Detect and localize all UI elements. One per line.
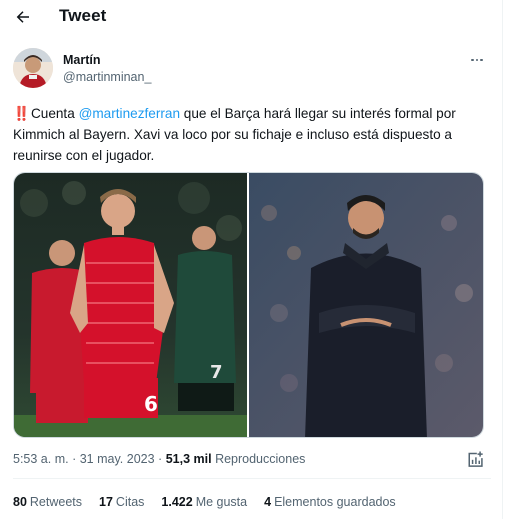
stat-retweets[interactable]: 80 Retweets: [13, 495, 82, 509]
engagement-stats: 80 Retweets 17 Citas 1.422 Me gusta 4 Elemen…: [13, 495, 396, 509]
tweet-line-1: ‼️ Cuenta @martinezferran que el Barça ha…: [13, 106, 456, 121]
avatar-image: [13, 48, 53, 88]
mention-link[interactable]: @martinezferran: [79, 106, 180, 121]
views-label: Reproducciones: [215, 452, 306, 466]
stat-quotes[interactable]: 17 Citas: [99, 495, 144, 509]
avatar[interactable]: [13, 48, 53, 88]
media-photo-xavi[interactable]: [249, 173, 483, 437]
more-dots-icon: [471, 58, 474, 62]
tweet-line-2: Kimmich al Bayern. Xavi va loco por su f…: [13, 127, 452, 142]
double-exclamation-emoji: ‼️: [13, 106, 30, 121]
meta-separator: ·: [72, 452, 77, 466]
tweet-page: Tweet Martín @martinminan_ ‼️ Cuenta @mar…: [0, 0, 503, 519]
tweet-line-3: reunirse con el jugador.: [13, 148, 155, 163]
views-count: 51,3 mil: [165, 452, 212, 466]
media-photo-kimmich[interactable]: 7 6: [14, 173, 247, 437]
stat-likes[interactable]: 1.422 Me gusta: [161, 495, 247, 509]
stat-bookmarks[interactable]: 4 Elementos guardados: [264, 495, 396, 509]
page-title: Tweet: [59, 6, 107, 25]
tweet-time[interactable]: 5:53 a. m.: [13, 452, 69, 466]
tweet-meta: 5:53 a. m. · 31 may. 2023 · 51,3 mil Rep…: [13, 452, 305, 466]
tweet-text: ‼️ Cuenta @martinezferran que el Barça ha…: [13, 103, 493, 166]
divider: [13, 478, 491, 479]
tweet-media[interactable]: 7 6: [13, 172, 484, 438]
page-header: Tweet: [0, 0, 503, 36]
back-button[interactable]: [10, 4, 36, 30]
left-shirt-number: 6: [144, 392, 158, 416]
author-name[interactable]: Martín: [63, 53, 101, 67]
tweet-date[interactable]: 31 may. 2023: [80, 452, 155, 466]
author-handle[interactable]: @martinminan_: [63, 70, 151, 84]
analytics-button[interactable]: [466, 449, 486, 469]
arrow-left-icon: [16, 11, 29, 23]
meta-separator-2: ·: [158, 452, 163, 466]
right-shirt-number: 7: [210, 362, 223, 383]
more-options-button[interactable]: [466, 53, 488, 67]
analytics-icon: [468, 451, 483, 467]
